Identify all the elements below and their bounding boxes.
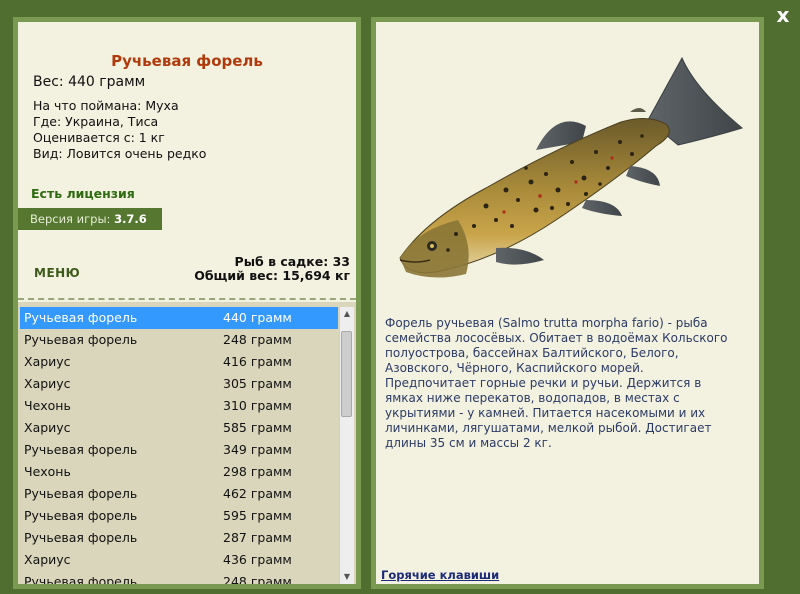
catch-fish-name: Хариус [24, 354, 71, 369]
fish-description-panel: Форель ручьевая (Salmo trutta morpha far… [371, 17, 764, 589]
scrollbar[interactable]: ▲ ▼ [339, 307, 354, 584]
catch-fish-weight: 595 грамм [223, 508, 292, 523]
catch-fish-name: Ручьевая форель [24, 486, 138, 501]
total-weight: Общий вес: 15,694 кг [194, 268, 350, 283]
catch-list-row[interactable]: Чехонь 310 грамм [20, 395, 338, 417]
catch-list-row[interactable]: Чехонь 298 грамм [20, 461, 338, 483]
catch-list-row[interactable]: Хариус 416 грамм [20, 351, 338, 373]
catch-location: Где: Украина, Тиса [33, 114, 159, 129]
catch-fish-name: Ручьевая форель [24, 442, 138, 457]
hotkeys-link[interactable]: Горячие клавиши [381, 568, 499, 582]
version-box: Версия игры: 3.7.6 [18, 208, 162, 230]
catch-list-row[interactable]: Ручьевая форель 440 грамм [20, 307, 338, 329]
catch-list-row[interactable]: Ручьевая форель 595 грамм [20, 505, 338, 527]
catch-fish-name: Ручьевая форель [24, 332, 138, 347]
catch-fish-weight: 416 грамм [223, 354, 292, 369]
fish-value: Оценивается с: 1 кг [33, 130, 165, 145]
catch-fish-name: Ручьевая форель [24, 508, 138, 523]
scroll-down-arrow-icon[interactable]: ▼ [340, 570, 354, 584]
brown-trout-image [399, 56, 744, 278]
catch-fish-weight: 310 грамм [223, 398, 292, 413]
catch-fish-weight: 349 грамм [223, 442, 292, 457]
caught-on: На что поймана: Муха [33, 98, 179, 113]
catch-fish-name: Чехонь [24, 398, 71, 413]
fish-weight: Вес: 440 грамм [33, 74, 146, 90]
scroll-thumb[interactable] [341, 331, 352, 417]
catch-fish-weight: 305 грамм [223, 376, 292, 391]
catch-list-row[interactable]: Ручьевая форель 462 грамм [20, 483, 338, 505]
catch-fish-name: Хариус [24, 420, 71, 435]
version-value: 3.7.6 [114, 212, 147, 226]
fish-rarity: Вид: Ловится очень редко [33, 146, 207, 161]
catch-fish-name: Ручьевая форель [24, 574, 138, 584]
catch-fish-weight: 585 грамм [223, 420, 292, 435]
catch-fish-weight: 436 грамм [223, 552, 292, 567]
fish-info-inner: Ручьевая форель Вес: 440 грамм На что по… [18, 22, 356, 584]
scroll-up-arrow-icon[interactable]: ▲ [340, 307, 354, 321]
fish-count: Рыб в садке: 33 [234, 254, 350, 269]
catch-fish-name: Ручьевая форель [24, 310, 138, 325]
catch-list[interactable]: Ручьевая форель 440 грамм Ручьевая форель 2… [20, 307, 338, 584]
fish-details: На что поймана: Муха Где: Украина, Тиса … [33, 98, 206, 162]
catch-fish-name: Чехонь [24, 464, 71, 479]
catch-list-row[interactable]: Хариус 305 грамм [20, 373, 338, 395]
license-status: Есть лицензия [31, 186, 135, 201]
catch-fish-name: Хариус [24, 552, 71, 567]
catch-list-row[interactable]: Ручьевая форель 287 грамм [20, 527, 338, 549]
catch-fish-weight: 248 грамм [223, 574, 292, 584]
catch-list-area: Ручьевая форель 440 грамм Ручьевая форель 2… [18, 302, 356, 584]
version-label: Версия игры: [30, 212, 115, 226]
catch-list-row[interactable]: Хариус 585 грамм [20, 417, 338, 439]
catch-fish-name: Хариус [24, 376, 71, 391]
catch-fish-weight: 440 грамм [223, 310, 292, 325]
catch-fish-name: Ручьевая форель [24, 530, 138, 545]
close-button[interactable]: x [772, 4, 794, 26]
fish-description: Форель ручьевая (Salmo trutta morpha far… [385, 316, 728, 450]
divider [18, 298, 356, 300]
catch-list-row[interactable]: Ручьевая форель 248 грамм [20, 329, 338, 351]
menu-button[interactable]: МЕНЮ [34, 266, 80, 280]
catch-list-row[interactable]: Хариус 436 грамм [20, 549, 338, 571]
catch-fish-weight: 298 грамм [223, 464, 292, 479]
catch-list-row[interactable]: Ручьевая форель 248 грамм [20, 571, 338, 584]
catch-fish-weight: 248 грамм [223, 332, 292, 347]
fish-description-inner: Форель ручьевая (Salmo trutta morpha far… [376, 22, 759, 584]
catch-fish-weight: 462 грамм [223, 486, 292, 501]
fish-title: Ручьевая форель [111, 52, 263, 70]
catch-fish-weight: 287 грамм [223, 530, 292, 545]
catch-list-row[interactable]: Ручьевая форель 349 грамм [20, 439, 338, 461]
catch-stats: Рыб в садке: 33 Общий вес: 15,694 кг [194, 255, 350, 283]
fish-info-panel: Ручьевая форель Вес: 440 грамм На что по… [13, 17, 361, 589]
